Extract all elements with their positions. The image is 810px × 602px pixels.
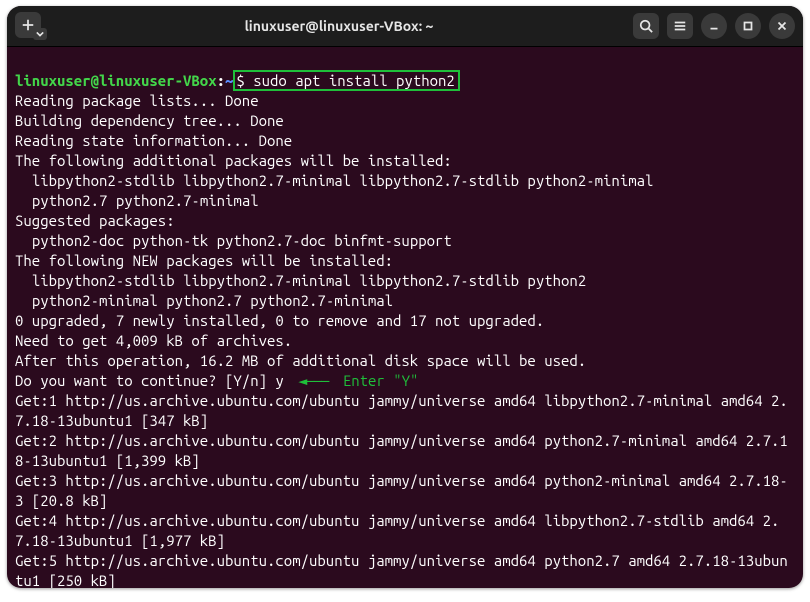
output-line: Suggested packages:	[15, 212, 175, 229]
annotation-label: Enter "Y"	[343, 372, 419, 389]
output-line: The following additional packages will b…	[15, 152, 452, 169]
output-line: After this operation, 16.2 MB of additio…	[15, 352, 586, 369]
output-line: Do you want to continue? [Y/n] y	[15, 372, 284, 389]
output-line: Get:1 http://us.archive.ubuntu.com/ubunt…	[15, 392, 788, 429]
output-line: python2-minimal python2.7 python2.7-mini…	[15, 292, 393, 309]
menu-button[interactable]	[667, 13, 693, 39]
titlebar: linuxuser@linuxuser-VBox: ~	[7, 6, 803, 47]
maximize-icon	[741, 19, 755, 33]
close-button[interactable]	[769, 13, 795, 39]
output-line: Get:4 http://us.archive.ubuntu.com/ubunt…	[15, 512, 779, 549]
output-line: libpython2-stdlib libpython2.7-minimal l…	[15, 172, 653, 189]
arrow-left-icon: ◄———	[298, 371, 328, 391]
window-title: linuxuser@linuxuser-VBox: ~	[45, 18, 633, 34]
annotation: ◄——— Enter "Y"	[292, 372, 418, 389]
search-button[interactable]	[633, 13, 659, 39]
minimize-button[interactable]	[701, 13, 727, 39]
new-tab-dropdown[interactable]	[33, 28, 47, 40]
output-line: Reading state information... Done	[15, 132, 292, 149]
chevron-down-icon	[36, 30, 44, 38]
output-line: Get:3 http://us.archive.ubuntu.com/ubunt…	[15, 472, 788, 509]
prompt-colon: :	[217, 72, 225, 89]
output-line: Building dependency tree... Done	[15, 112, 284, 129]
prompt-dollar: $	[236, 72, 244, 89]
terminal-body[interactable]: linuxuser@linuxuser-VBox:~$ sudo apt ins…	[7, 47, 803, 588]
output-line: Need to get 4,009 kB of archives.	[15, 332, 292, 349]
close-icon	[775, 19, 789, 33]
command-text: sudo apt install python2	[253, 72, 455, 89]
command-highlight-box: $ sudo apt install python2	[233, 70, 459, 91]
output-line: Reading package lists... Done	[15, 92, 259, 109]
minimize-icon	[707, 19, 721, 33]
new-tab-button[interactable]	[15, 12, 45, 40]
output-line: python2-doc python-tk python2.7-doc binf…	[15, 232, 452, 249]
output-line: Get:5 http://us.archive.ubuntu.com/ubunt…	[15, 552, 788, 588]
output-line: Get:2 http://us.archive.ubuntu.com/ubunt…	[15, 432, 788, 469]
terminal-window: linuxuser@linuxuser-VBox: ~ linuxuser@li…	[7, 6, 803, 588]
maximize-button[interactable]	[735, 13, 761, 39]
prompt-user-host: linuxuser@linuxuser-VBox	[15, 72, 217, 89]
output-line: The following NEW packages will be insta…	[15, 252, 393, 269]
search-icon	[639, 19, 653, 33]
output-line: libpython2-stdlib libpython2.7-minimal l…	[15, 272, 586, 289]
output-line: 0 upgraded, 7 newly installed, 0 to remo…	[15, 312, 544, 329]
output-line: python2.7 python2.7-minimal	[15, 192, 259, 209]
hamburger-icon	[673, 19, 687, 33]
